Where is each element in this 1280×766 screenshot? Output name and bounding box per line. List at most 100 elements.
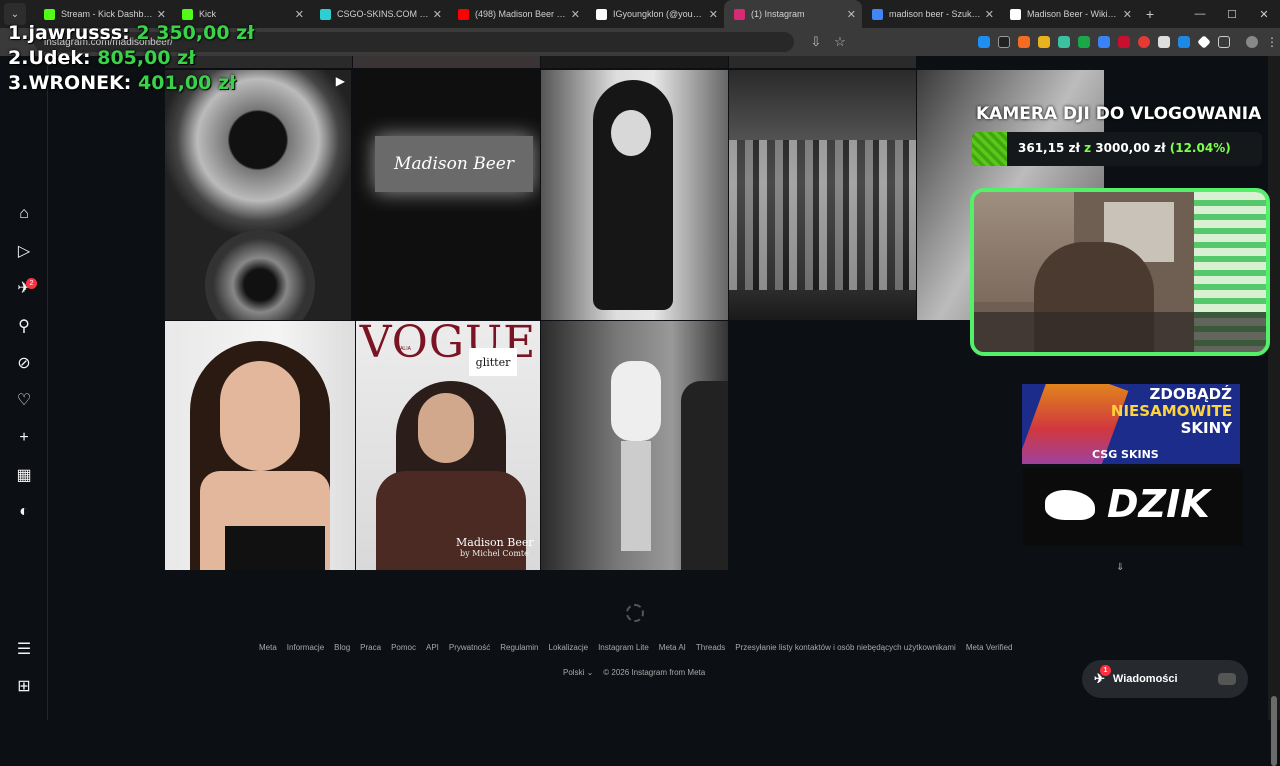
post-selfie-photo[interactable]: [165, 321, 355, 570]
tab-close-icon[interactable]: ✕: [985, 8, 994, 21]
bookmark-star-icon[interactable]: ☆: [828, 34, 852, 50]
browser-tab[interactable]: (498) Madison Beer - You ✕: [448, 0, 586, 28]
new-tab-button[interactable]: +: [1138, 6, 1162, 22]
extension-icon[interactable]: [1038, 36, 1050, 48]
footer-link[interactable]: Blog: [334, 643, 350, 652]
browser-tab[interactable]: CSGO-SKINS.COM - Najle ✕: [310, 0, 448, 28]
footer-link[interactable]: Przesyłanie listy kontaktów i osób niebę…: [735, 643, 956, 652]
scrollbar-thumb[interactable]: [1271, 696, 1277, 766]
footer-link[interactable]: Meta Verified: [966, 643, 1013, 652]
extension-icon[interactable]: [1018, 36, 1030, 48]
maximize-button[interactable]: ☐: [1216, 0, 1248, 28]
page-scrollbar[interactable]: [1268, 56, 1280, 766]
goal-progress-fill: [972, 132, 1007, 166]
kick-icon: [182, 8, 193, 20]
goal-title: KAMERA DJI DO VLOGOWANIA: [976, 104, 1262, 124]
vogue-glitter-box: glitter: [469, 348, 517, 376]
footer-link[interactable]: Instagram Lite: [598, 643, 649, 652]
vogue-italia-label: ITALIA: [396, 346, 411, 352]
tab-title: (1) Instagram: [751, 9, 805, 19]
extension-icon[interactable]: [1058, 36, 1070, 48]
tab-close-icon[interactable]: ✕: [709, 8, 718, 21]
post-speaker-photo[interactable]: ▶: [165, 70, 351, 320]
more-menu-icon[interactable]: ⋮: [1266, 36, 1278, 48]
explore-compass-icon[interactable]: ⊘: [14, 353, 34, 373]
browser-tab[interactable]: madison beer - Szukaj w ✕: [862, 0, 1000, 28]
csgo-skins-logo: CSG SKINS: [1092, 448, 1159, 461]
extension-icon[interactable]: [1158, 36, 1170, 48]
notification-badge: 2: [26, 278, 37, 289]
extensions-area: ⋮: [978, 35, 1278, 49]
close-window-button[interactable]: ✕: [1248, 0, 1280, 28]
post-gas-station-photo[interactable]: [541, 321, 728, 570]
extension-icon[interactable]: [1138, 36, 1150, 48]
extensions-puzzle-icon[interactable]: [1218, 36, 1230, 48]
tab-title: madison beer - Szukaj w: [889, 9, 981, 19]
footer-link[interactable]: Meta AI: [659, 643, 686, 652]
streamer-webcam: [970, 188, 1270, 356]
extension-icon[interactable]: [1098, 36, 1110, 48]
csgo-skins-icon: [320, 8, 331, 20]
footer-link[interactable]: API: [426, 643, 439, 652]
instagram-icon: [734, 8, 745, 20]
dashboard-chart-icon[interactable]: ▦: [14, 465, 34, 485]
search-icon[interactable]: ⚲: [14, 316, 34, 336]
footer-link[interactable]: Praca: [360, 643, 381, 652]
post-thumbnail[interactable]: [729, 56, 916, 68]
neon-sign-text: Madison Beer: [375, 136, 533, 192]
post-neon-sign-photo[interactable]: Madison Beer: [353, 70, 540, 320]
profile-avatar[interactable]: [1246, 36, 1258, 48]
home-icon[interactable]: ⌂: [14, 204, 34, 224]
extension-icon[interactable]: [1197, 35, 1211, 49]
footer-link[interactable]: Prywatność: [449, 643, 490, 652]
post-thumbnail[interactable]: [353, 56, 540, 68]
extension-icon[interactable]: [998, 36, 1010, 48]
also-from-meta-icon[interactable]: ⊞: [14, 676, 34, 696]
more-menu-icon[interactable]: ☰: [14, 639, 34, 659]
footer-link[interactable]: Regulamin: [500, 643, 538, 652]
footer-link[interactable]: Meta: [259, 643, 277, 652]
create-plus-icon[interactable]: +: [14, 428, 34, 448]
minimize-button[interactable]: —: [1184, 0, 1216, 28]
footer-link[interactable]: Lokalizacje: [549, 643, 589, 652]
tab-title: IGyoungklon (@youngkl: [613, 9, 705, 19]
dzik-logo: DZIK: [1107, 482, 1210, 526]
post-vogue-cover[interactable]: VOGUE ITALIA glitter Madison Beer by Mic…: [356, 321, 540, 570]
reels-icon[interactable]: ▷: [14, 241, 34, 261]
footer-link[interactable]: Pomoc: [391, 643, 416, 652]
extension-icon[interactable]: [978, 36, 990, 48]
tab-close-icon[interactable]: ✕: [1123, 8, 1132, 21]
reel-play-icon: ▶: [335, 74, 345, 88]
browser-tab[interactable]: IGyoungklon (@youngkl ✕: [586, 0, 724, 28]
dzik-ad: DZIK: [1023, 468, 1243, 546]
csgo-skins-ad: ZDOBĄDŹ NIESAMOWITE SKINY CSG SKINS: [1022, 384, 1240, 464]
youtube-icon: [458, 8, 469, 20]
vogue-cover-credit: by Michel Comte: [460, 549, 529, 558]
tab-close-icon[interactable]: ✕: [433, 8, 442, 21]
messages-button[interactable]: ✈ 1 Wiadomości: [1082, 660, 1248, 698]
language-select[interactable]: Polski ⌄: [563, 668, 593, 677]
download-icon[interactable]: ⇓: [1116, 562, 1124, 573]
tab-close-icon[interactable]: ✕: [157, 8, 166, 21]
footer-link[interactable]: Threads: [696, 643, 725, 652]
install-app-icon[interactable]: ⇩: [804, 34, 828, 50]
footer-link[interactable]: Informacje: [287, 643, 324, 652]
instagram-sidebar: ⌂ ▷ ✈ 2 ⚲ ⊘ ♡ + ▦ ◐ ☰ ⊞: [0, 56, 48, 720]
leaderboard-entry: 2.Udek: 805,00 zł: [8, 47, 196, 69]
tab-close-icon[interactable]: ✕: [295, 8, 304, 21]
browser-tab[interactable]: Madison Beer - Wikipedia ✕: [1000, 0, 1138, 28]
extension-icon[interactable]: [1078, 36, 1090, 48]
browser-tab[interactable]: (1) Instagram ✕: [724, 0, 862, 28]
notifications-heart-icon[interactable]: ♡: [14, 390, 34, 410]
post-group-photo[interactable]: [729, 70, 916, 320]
post-crouching-photo[interactable]: [541, 70, 728, 320]
extension-icon[interactable]: [1178, 36, 1190, 48]
profile-avatar[interactable]: ◐: [14, 502, 34, 522]
google-icon: [872, 8, 883, 20]
footer-bottom: Polski ⌄ © 2026 Instagram from Meta: [563, 668, 705, 677]
tab-close-icon[interactable]: ✕: [571, 8, 580, 21]
tab-close-icon[interactable]: ✕: [847, 8, 856, 21]
goal-progress-bar: 361,15 zł z 3000,00 zł (12.04%): [972, 132, 1262, 166]
extension-icon[interactable]: [1118, 36, 1130, 48]
post-thumbnail[interactable]: [541, 56, 728, 68]
